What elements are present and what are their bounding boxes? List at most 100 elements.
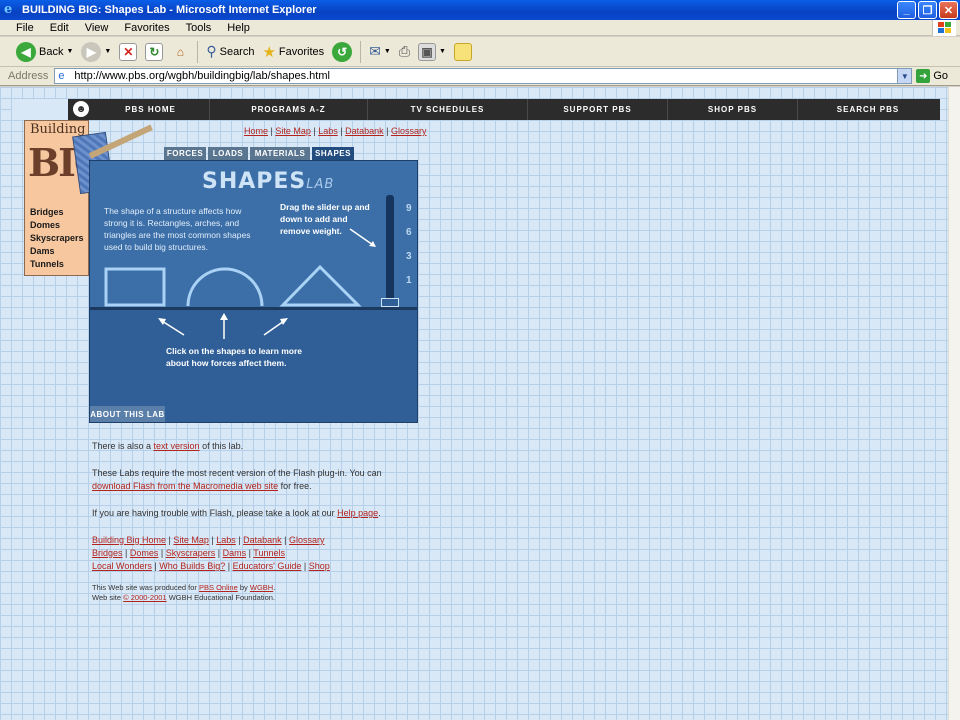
discuss-button[interactable]	[450, 39, 476, 65]
lab-tabs: FORCES LOADS MATERIALS SHAPES	[164, 147, 354, 160]
sidebar-link-skyscrapers[interactable]: Skyscrapers	[30, 232, 84, 245]
top-link-databank[interactable]: Databank	[345, 126, 384, 136]
lab-click-post: affect them.	[236, 358, 287, 368]
credits-line1-mid: by	[237, 583, 250, 592]
tab-shapes[interactable]: SHAPES	[312, 147, 354, 160]
sidebar-link-dams[interactable]: Dams	[30, 245, 84, 258]
arch-shape[interactable]	[186, 267, 264, 307]
forward-arrow-icon: ▶	[81, 41, 102, 62]
footer-link-who-builds-big[interactable]: Who Builds Big?	[159, 561, 225, 571]
nav-search-pbs[interactable]: SEARCH PBS	[798, 99, 938, 120]
maximize-button[interactable]: ❐	[918, 1, 937, 19]
top-links: Home | Site Map | Labs | Databank | Glos…	[244, 126, 427, 136]
menu-file[interactable]: File	[8, 22, 42, 34]
nav-programs[interactable]: PROGRAMS A-Z	[210, 99, 368, 120]
tab-forces[interactable]: FORCES	[164, 147, 206, 160]
footer-link-site-map[interactable]: Site Map	[173, 535, 209, 545]
forces-link[interactable]: forces	[211, 358, 237, 368]
search-icon: ⚲	[206, 43, 217, 59]
print-button[interactable]: ⎙	[395, 39, 414, 65]
history-icon: ↺	[332, 41, 353, 62]
slider-tick-6: 6	[406, 227, 412, 238]
address-dropdown-icon[interactable]: ▼	[897, 69, 912, 83]
tab-loads[interactable]: LOADS	[208, 147, 248, 160]
top-link-site-map[interactable]: Site Map	[275, 126, 311, 136]
sidebar-link-domes[interactable]: Domes	[30, 219, 84, 232]
address-input[interactable]: e http://www.pbs.org/wgbh/buildingbig/la…	[54, 68, 913, 84]
mail-button[interactable]: ✉ ▼	[365, 39, 395, 65]
footer-link-educators-guide[interactable]: Educators' Guide	[233, 561, 302, 571]
stop-button[interactable]: ✕	[115, 39, 141, 65]
nav-pbs-home[interactable]: PBS HOME	[92, 99, 210, 120]
text-version-link[interactable]: text version	[154, 441, 200, 451]
footer-link-glossary[interactable]: Glossary	[289, 535, 325, 545]
nav-tv-schedules[interactable]: TV SCHEDULES	[368, 99, 528, 120]
back-dropdown-icon[interactable]: ▼	[66, 48, 73, 55]
favorites-button[interactable]: ★ Favorites	[258, 39, 328, 65]
back-label: Back	[39, 45, 64, 58]
back-button[interactable]: ◀ Back ▼	[12, 39, 77, 65]
printer-icon: ⎙	[398, 43, 411, 59]
copyright-link[interactable]: © 2000-2001	[123, 593, 166, 602]
footer-link-dams[interactable]: Dams	[223, 548, 247, 558]
top-link-glossary[interactable]: Glossary	[391, 126, 427, 136]
vertical-scrollbar[interactable]	[948, 87, 960, 720]
footer-link-tunnels[interactable]: Tunnels	[253, 548, 285, 558]
favorites-label: Favorites	[278, 45, 325, 58]
menu-edit[interactable]: Edit	[42, 22, 77, 34]
arrow-to-triangle-icon	[263, 320, 285, 336]
forward-dropdown-icon[interactable]: ▼	[104, 48, 111, 55]
tab-materials[interactable]: MATERIALS	[250, 147, 310, 160]
footer-link-labs[interactable]: Labs	[216, 535, 236, 545]
address-url: http://www.pbs.org/wgbh/buildingbig/lab/…	[74, 70, 330, 82]
top-link-labs[interactable]: Labs	[318, 126, 338, 136]
mail-dropdown-icon[interactable]: ▼	[384, 48, 391, 55]
footer-link-shop[interactable]: Shop	[309, 561, 330, 571]
sidebar-link-bridges[interactable]: Bridges	[30, 206, 84, 219]
edit-button[interactable]: ▣ ▼	[414, 39, 450, 65]
footer-link-bridges[interactable]: Bridges	[92, 548, 123, 558]
footer-link-local-wonders[interactable]: Local Wonders	[92, 561, 152, 571]
page-viewport: ☻ PBS HOME PROGRAMS A-Z TV SCHEDULES SUP…	[0, 87, 948, 720]
top-link-home[interactable]: Home	[244, 126, 268, 136]
weight-slider-handle[interactable]	[381, 298, 399, 307]
download-flash-link[interactable]: download Flash from the Macromedia web s…	[92, 481, 278, 491]
nav-spacer	[12, 99, 68, 120]
credits-line2-pre: Web site	[92, 593, 124, 602]
menu-favorites[interactable]: Favorites	[116, 22, 177, 34]
pbs-logo-icon[interactable]: ☻	[73, 101, 89, 117]
triangle-shape[interactable]	[279, 264, 362, 307]
menu-help[interactable]: Help	[219, 22, 258, 34]
weight-slider-track[interactable]	[386, 195, 394, 303]
p2-pre: These Labs require the most recent versi…	[92, 468, 382, 478]
wgbh-link[interactable]: WGBH	[250, 583, 273, 592]
nav-shop-pbs[interactable]: SHOP PBS	[668, 99, 798, 120]
title-bar: e BUILDING BIG: Shapes Lab - Microsoft I…	[0, 0, 960, 20]
go-button[interactable]: ➜ Go	[916, 69, 948, 83]
ie-icon: e	[4, 2, 13, 17]
history-button[interactable]: ↺	[328, 39, 356, 65]
home-button[interactable]: ⌂	[167, 39, 193, 65]
rectangle-shape[interactable]	[104, 267, 166, 307]
pbs-online-link[interactable]: PBS Online	[199, 583, 238, 592]
window-title: BUILDING BIG: Shapes Lab - Microsoft Int…	[22, 4, 317, 16]
help-page-link[interactable]: Help page	[337, 508, 378, 518]
sidebar-link-tunnels[interactable]: Tunnels	[30, 258, 84, 271]
footer-link-building-big-home[interactable]: Building Big Home	[92, 535, 166, 545]
minimize-button[interactable]: _	[897, 1, 916, 19]
footer-link-domes[interactable]: Domes	[130, 548, 159, 558]
go-arrow-icon: ➜	[916, 69, 931, 83]
footer-row-1: Building Big Home | Site Map | Labs | Da…	[92, 535, 325, 545]
about-this-lab-tab[interactable]: ABOUT THIS LAB	[90, 406, 165, 422]
nav-support-pbs[interactable]: SUPPORT PBS	[528, 99, 668, 120]
menu-view[interactable]: View	[77, 22, 117, 34]
edit-dropdown-icon[interactable]: ▼	[439, 48, 446, 55]
footer-link-databank[interactable]: Databank	[243, 535, 282, 545]
forward-button[interactable]: ▶ ▼	[77, 39, 115, 65]
menu-tools[interactable]: Tools	[178, 22, 220, 34]
search-button[interactable]: ⚲ Search	[202, 39, 258, 65]
close-button[interactable]: ✕	[939, 1, 958, 19]
drag-arrowhead-icon	[369, 241, 376, 247]
footer-link-skyscrapers[interactable]: Skyscrapers	[166, 548, 216, 558]
refresh-button[interactable]: ↻	[141, 39, 167, 65]
